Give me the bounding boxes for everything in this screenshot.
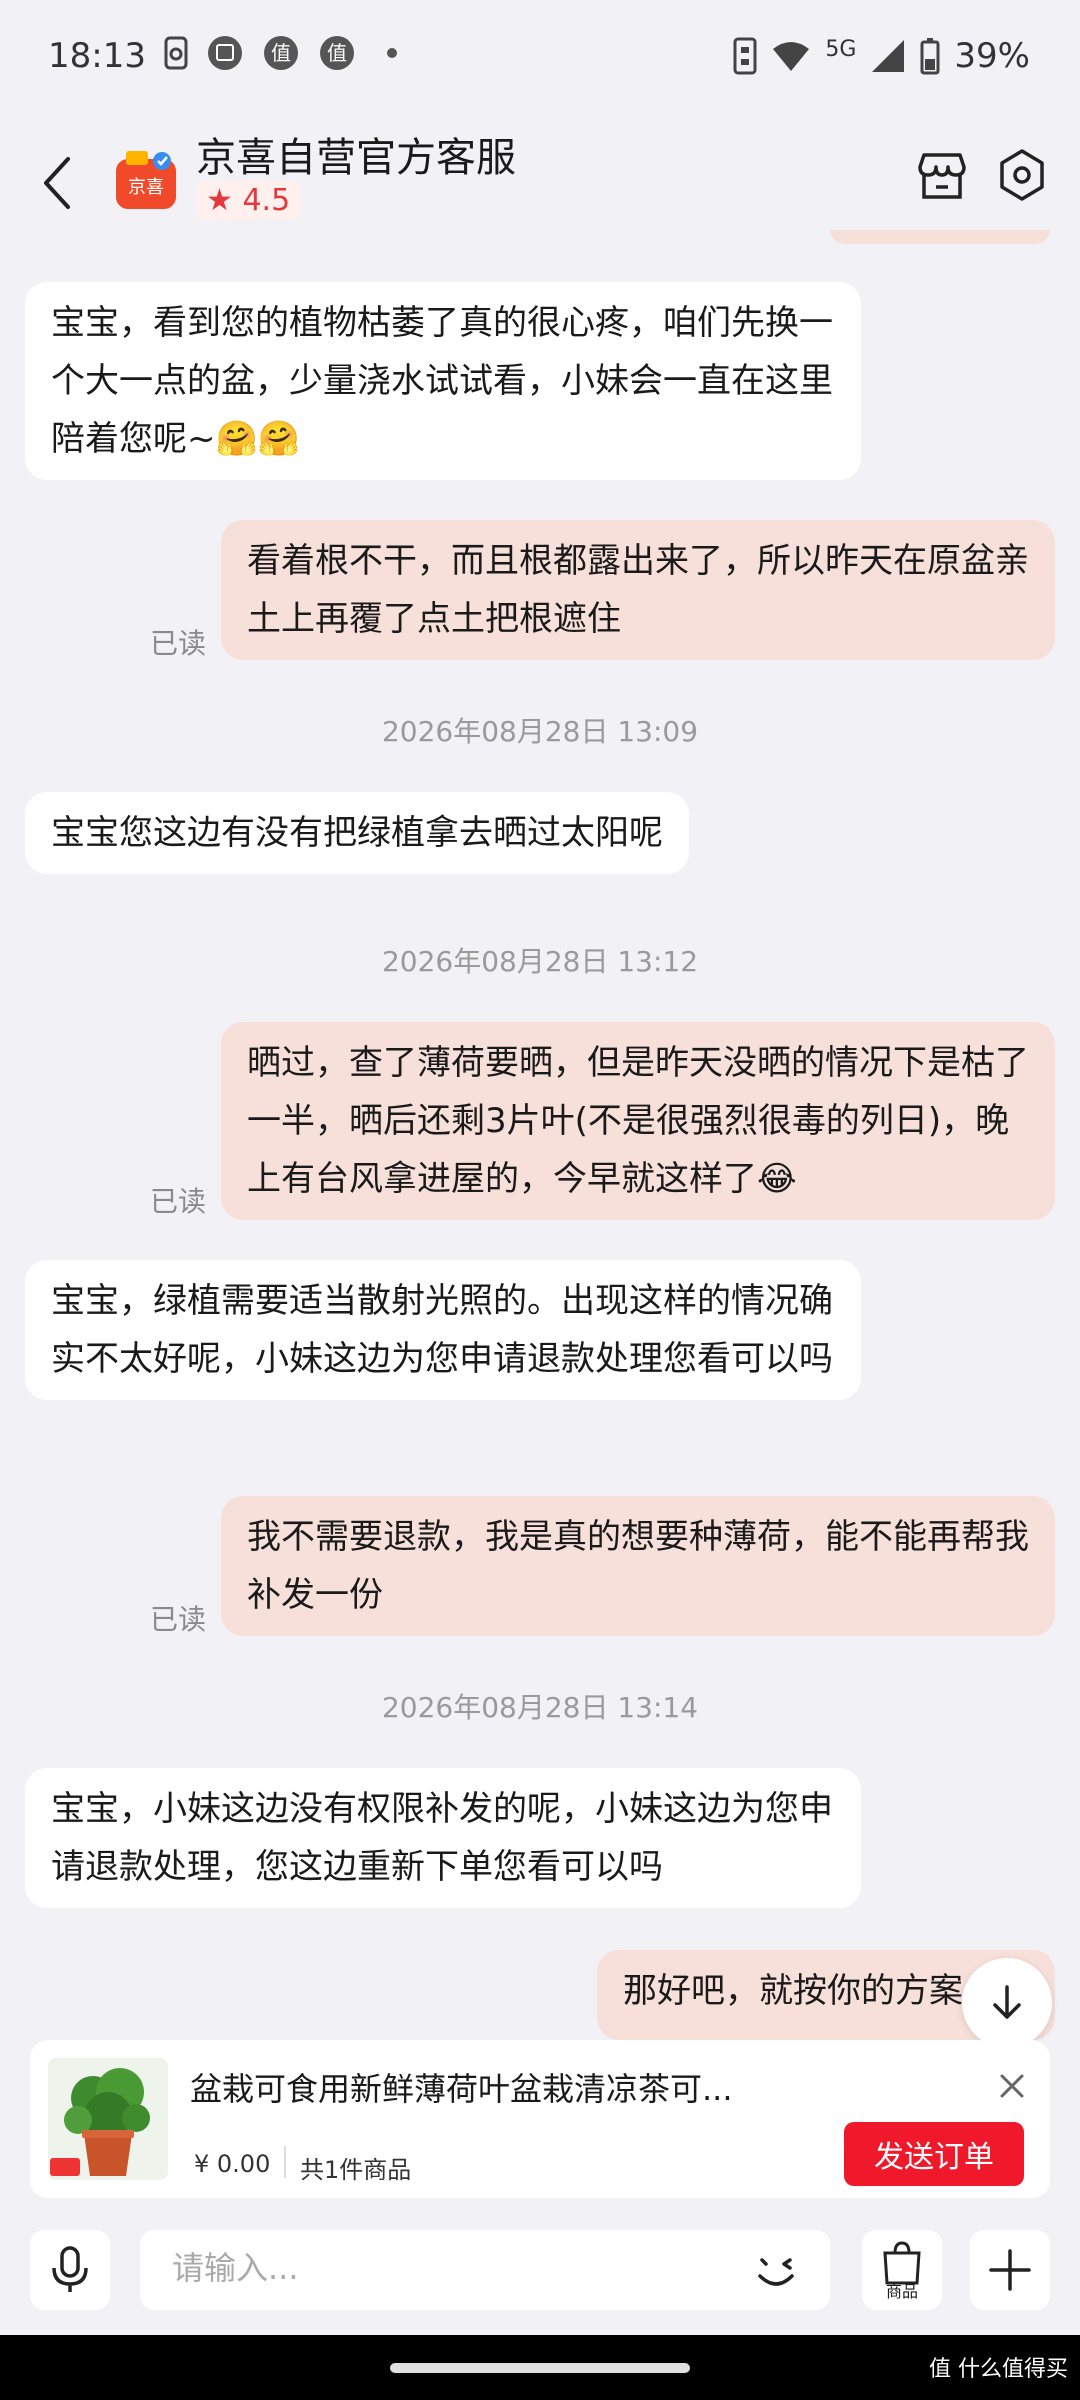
store-icon[interactable] [914,147,970,203]
message-text: 宝宝，小妹这边没有权限补发的呢，小妹这边为您申请退款处理，您这边重新下单您看可以… [51,1789,833,1887]
read-receipt: 已读 [150,1603,207,1636]
close-icon[interactable] [996,2070,1028,2102]
message-text: 宝宝您这边有没有把绿植拿去晒过太阳呢 [51,813,663,853]
signal-icon [872,40,905,72]
microphone-icon [52,2246,88,2292]
product-count: 共1件商品 [300,2156,412,2184]
status-bar: 18:13 值 值 5G 39% [0,0,1080,115]
product-name: 盆栽可食用新鲜薄荷叶盆栽清凉茶可... [190,2070,733,2108]
scroll-to-bottom-button[interactable] [962,1958,1052,2048]
message-input[interactable] [170,2248,714,2288]
shop-title: 京喜自营官方客服 [196,135,516,181]
chat-header: 京喜 京喜自营官方客服 ★ 4.5 [0,115,1080,245]
shop-logo[interactable]: 京喜 [112,145,180,213]
message-text: 宝宝，看到您的植物枯萎了真的很心疼，咱们先换一个大一点的盆，少量浇水试试看，小妹… [51,303,833,459]
svg-text:京喜: 京喜 [128,177,164,198]
message-incoming[interactable]: 宝宝，看到您的植物枯萎了真的很心疼，咱们先换一个大一点的盆，少量浇水试试看，小妹… [25,282,861,480]
send-order-button[interactable]: 发送订单 [844,2122,1024,2186]
voice-button[interactable] [30,2230,110,2310]
watermark: 值 什么值得买 [929,2357,1068,2382]
message-text: 宝宝，绿植需要适当散射光照的。出现这样的情况确实不太好呢，小妹这边为您申请退款处… [51,1281,833,1379]
more-plus-button[interactable] [970,2230,1050,2310]
message-input-container[interactable] [140,2230,830,2310]
previous-message-edge [830,230,1050,244]
shop-rating: ★ 4.5 [196,181,301,220]
more-notifications-dot-icon [387,48,397,58]
message-outgoing[interactable]: 看着根不干，而且根都露出来了，所以昨天在原盆亲土上再覆了点土把根遮住 [221,520,1055,660]
zhi-app-icon: 值 [264,36,298,70]
message-text: 看着根不干，而且根都露出来了，所以昨天在原盆亲土上再覆了点土把根遮住 [247,541,1029,639]
product-card[interactable]: 盆栽可食用新鲜薄荷叶盆栽清凉茶可... ¥ 0.00 共1件商品 发送订单 [30,2040,1050,2198]
star-icon: ★ [206,183,233,218]
product-image[interactable] [48,2058,168,2180]
screen-record-icon [164,36,188,70]
zhi-app-icon-2: 值 [320,36,354,70]
settings-icon[interactable] [994,147,1050,203]
home-gesture-handle[interactable] [390,2363,690,2373]
system-nav-bar: 值 什么值得买 [0,2335,1080,2400]
calendar-icon [208,36,242,70]
message-incoming[interactable]: 宝宝您这边有没有把绿植拿去晒过太阳呢 [25,792,689,874]
plant-pot-image [48,2058,168,2180]
message-outgoing[interactable]: 我不需要退款，我是真的想要种薄荷，能不能再帮我补发一份 [221,1496,1055,1636]
timestamp: 2026年08月28日 13:09 [381,715,699,748]
vibrate-icon [733,37,757,75]
product-price: ¥ 0.00 [194,2150,271,2178]
goods-button[interactable]: 商品 [862,2230,942,2310]
message-text: 我不需要退款，我是真的想要种薄荷，能不能再帮我补发一份 [247,1517,1029,1615]
battery-level: 39% [954,36,1030,76]
goods-label: 商品 [885,2282,918,2301]
back-arrow-icon[interactable] [38,153,78,213]
svg-text:值: 值 [271,41,291,65]
plus-icon [989,2249,1031,2291]
message-outgoing[interactable]: 晒过，查了薄荷要晒，但是昨天没晒的情况下是枯了一半，晒后还剩3片叶(不是很强烈很… [221,1022,1055,1220]
read-receipt: 已读 [150,1185,207,1218]
network-type: 5G [825,36,857,62]
svg-text:值: 值 [327,41,347,65]
divider [284,2146,286,2178]
timestamp: 2026年08月28日 13:12 [381,945,699,978]
input-bar: 商品 [0,2220,1080,2320]
wifi-icon [773,42,810,71]
rating-value: 4.5 [242,183,291,218]
status-time: 18:13 [48,36,146,76]
emoji-icon[interactable] [748,2242,804,2298]
battery-icon [920,38,940,75]
status-right: 5G 39% [733,36,1030,76]
read-receipt: 已读 [150,627,207,660]
message-text: 晒过，查了薄荷要晒，但是昨天没晒的情况下是枯了一半，晒后还剩3片叶(不是很强烈很… [247,1043,1029,1199]
arrow-down-icon [993,1985,1021,2019]
message-incoming[interactable]: 宝宝，绿植需要适当散射光照的。出现这样的情况确实不太好呢，小妹这边为您申请退款处… [25,1260,861,1400]
message-text: 那好吧，就按你的方案 [623,1971,963,2011]
message-incoming[interactable]: 宝宝，小妹这边没有权限补发的呢，小妹这边为您申请退款处理，您这边重新下单您看可以… [25,1768,861,1908]
timestamp: 2026年08月28日 13:14 [381,1691,699,1724]
